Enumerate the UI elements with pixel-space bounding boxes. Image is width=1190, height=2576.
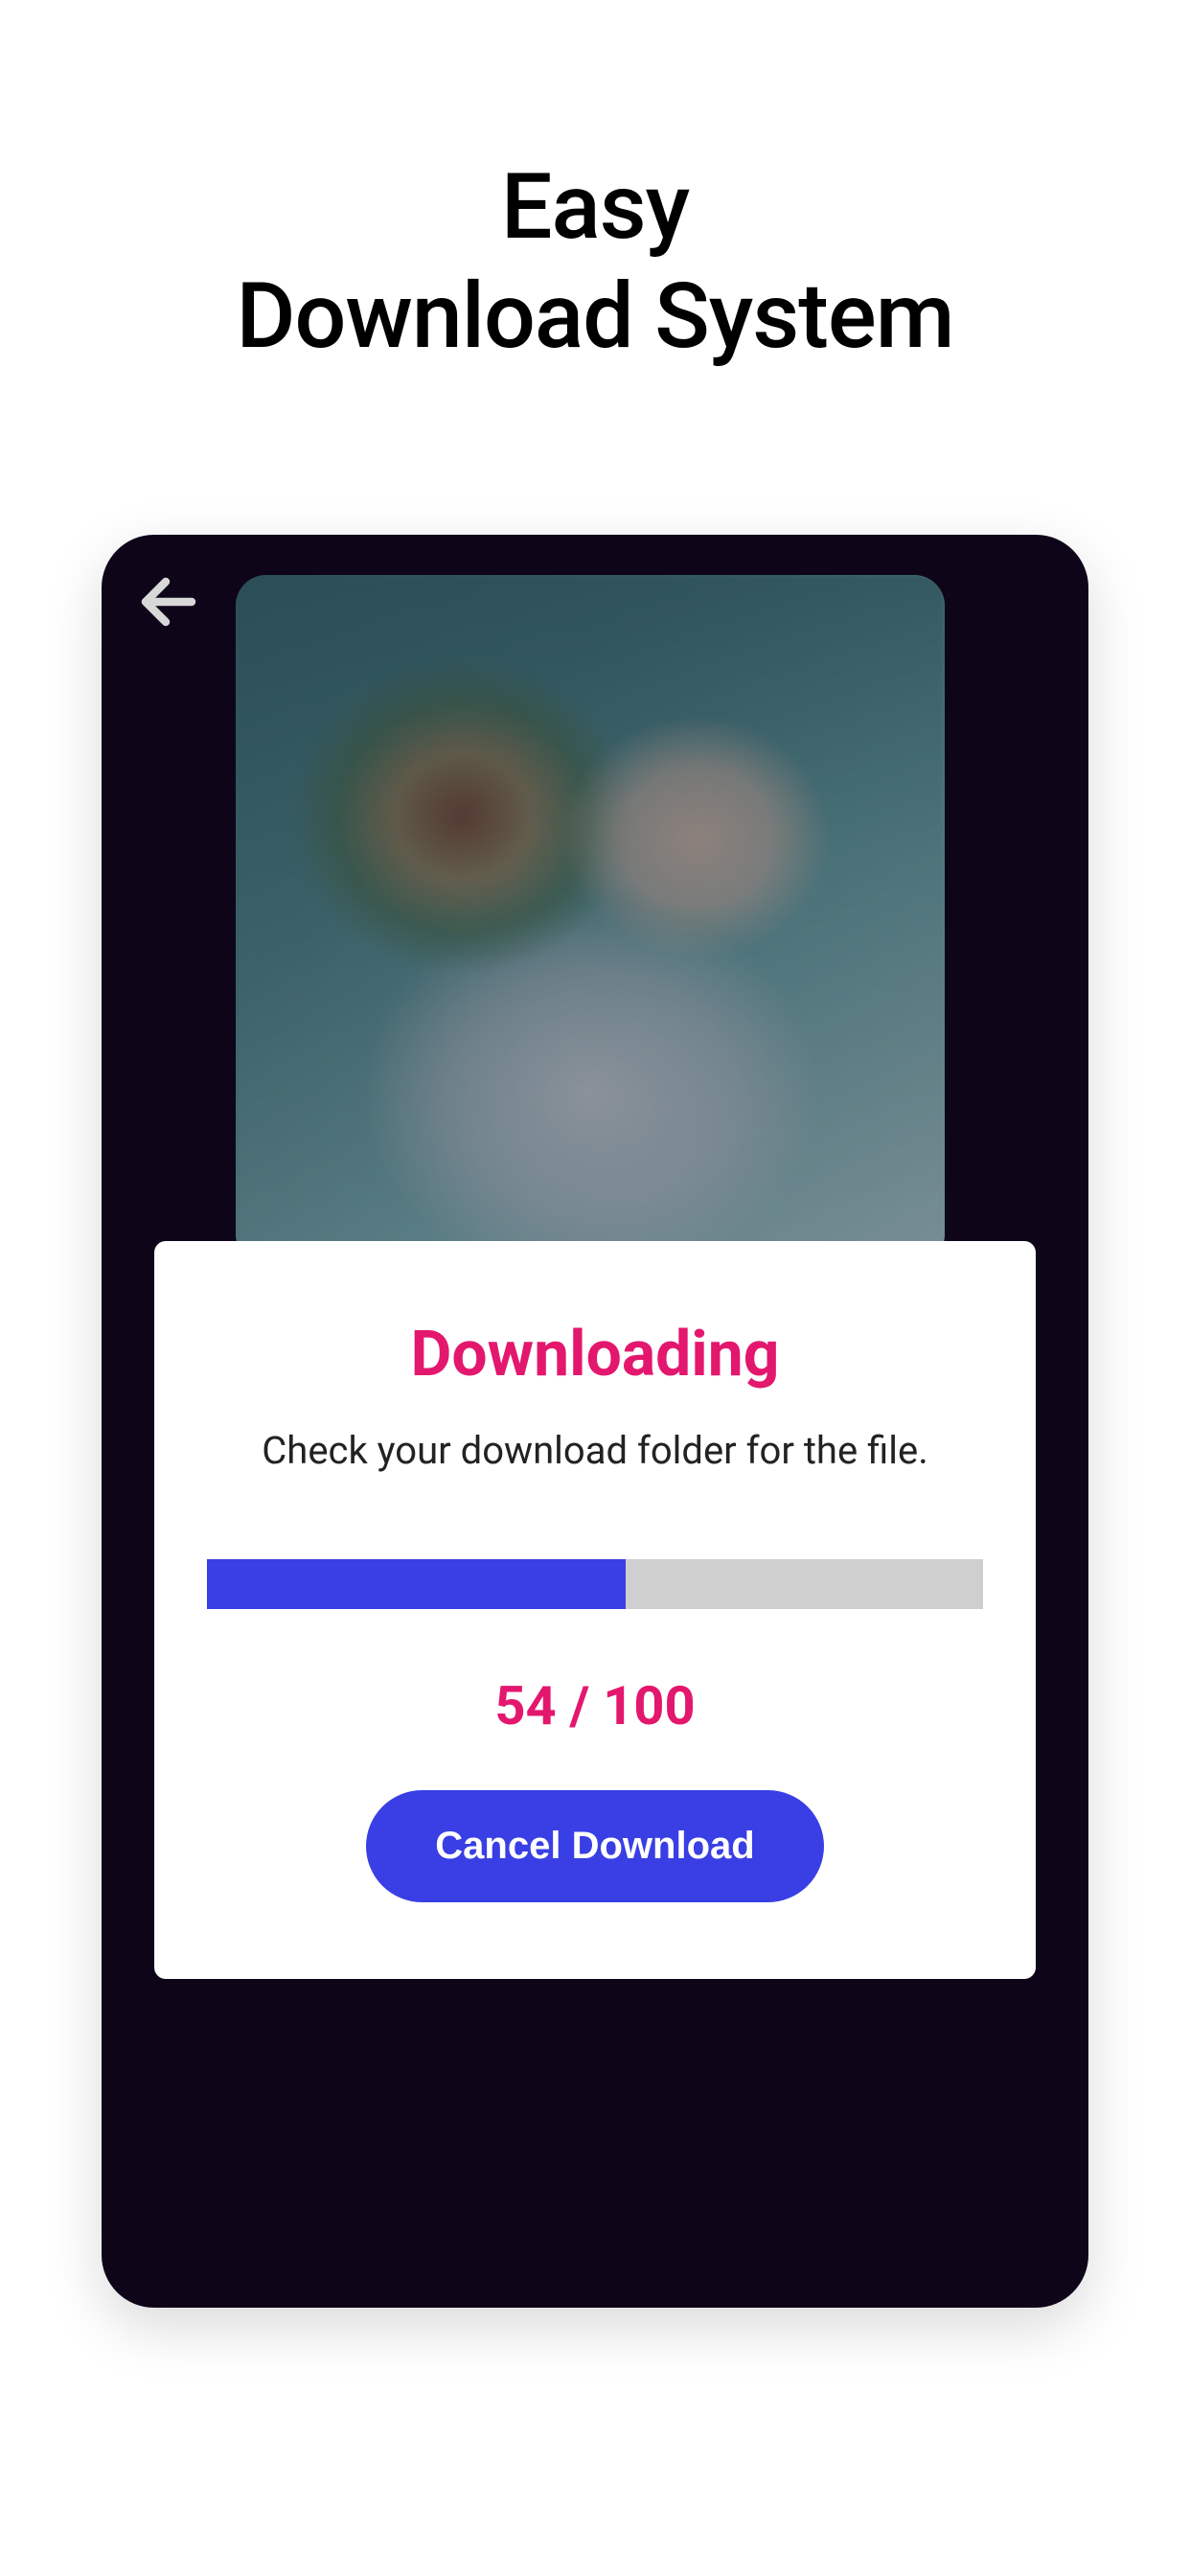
progress-text: 54 / 100 bbox=[494, 1674, 695, 1737]
image-preview bbox=[236, 575, 945, 1265]
modal-title: Downloading bbox=[411, 1318, 780, 1392]
phone-frame: Downloading Check your download folder f… bbox=[102, 535, 1088, 2308]
progress-bar bbox=[207, 1559, 983, 1609]
title-line-1: Easy bbox=[501, 154, 689, 261]
back-button[interactable] bbox=[130, 564, 207, 640]
download-modal: Downloading Check your download folder f… bbox=[154, 1241, 1036, 1979]
progress-bar-fill bbox=[207, 1559, 626, 1609]
title-line-2: Download System bbox=[237, 264, 954, 370]
progress-current: 54 bbox=[494, 1674, 556, 1737]
progress-total: 100 bbox=[603, 1674, 695, 1737]
cancel-download-button[interactable]: Cancel Download bbox=[366, 1790, 823, 1902]
modal-subtitle: Check your download folder for the file. bbox=[262, 1428, 927, 1473]
arrow-left-icon bbox=[134, 567, 203, 636]
page-title: Easy Download System bbox=[237, 153, 954, 372]
